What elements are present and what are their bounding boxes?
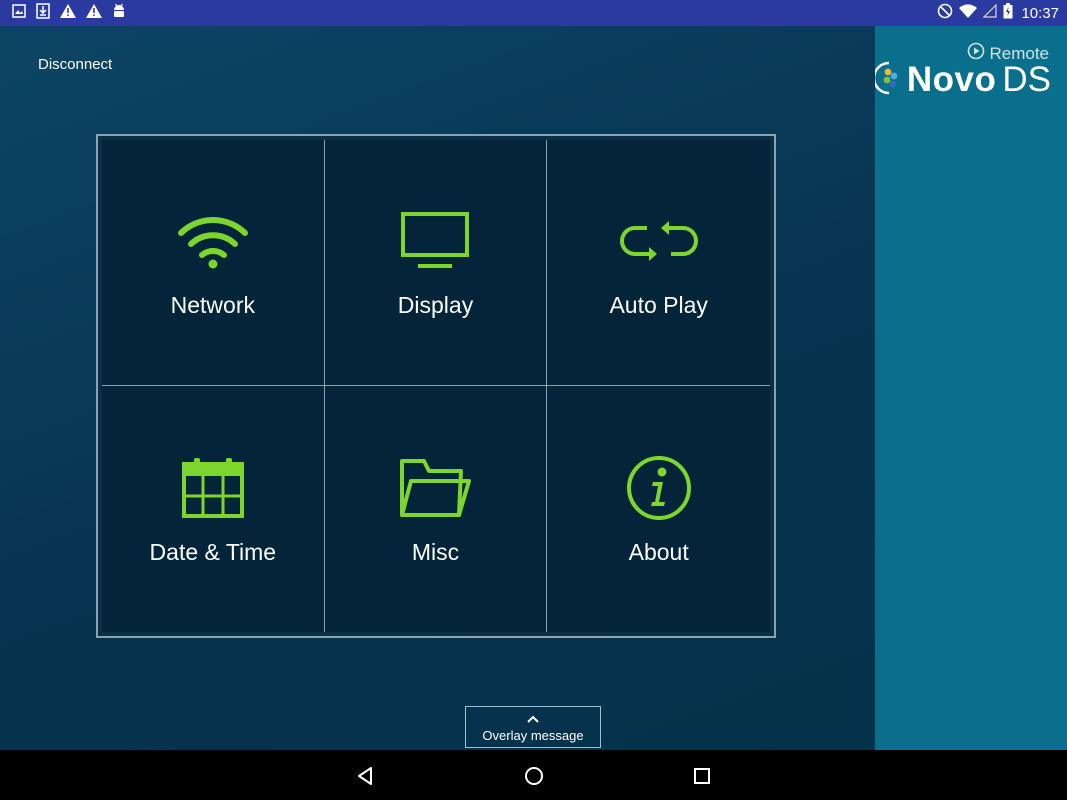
overlay-message-button[interactable]: Overlay message	[465, 706, 601, 748]
tile-about[interactable]: About	[547, 386, 770, 632]
logo-novo-text: Novo	[906, 60, 997, 99]
novo-logo-icon	[872, 61, 901, 100]
logo-ds-text: DS	[1002, 60, 1051, 99]
settings-grid: Network Display Auto Play Date & Time Mi…	[102, 140, 770, 632]
tile-label: Display	[397, 292, 474, 318]
tile-misc[interactable]: Misc	[325, 386, 548, 632]
monitor-icon	[400, 206, 470, 276]
tile-label: Network	[170, 292, 255, 318]
warning-icon	[86, 4, 102, 18]
overlay-message-label: Overlay message	[482, 728, 584, 743]
android-icon	[112, 3, 126, 19]
novods-logo: Novo DS	[872, 60, 1051, 100]
navigation-bar	[0, 750, 1067, 800]
tile-label: Auto Play	[609, 292, 708, 318]
warning-icon	[60, 4, 76, 18]
recents-icon[interactable]	[689, 763, 715, 789]
tile-auto-play[interactable]: Auto Play	[547, 140, 770, 386]
status-bar: 10:37	[0, 0, 1067, 26]
tile-label: About	[628, 538, 689, 565]
clock: 10:37	[1021, 5, 1059, 22]
info-icon	[625, 453, 693, 523]
do-not-disturb-icon	[937, 3, 953, 24]
repeat-icon	[619, 206, 699, 276]
signal-icon	[983, 3, 998, 23]
folder-icon	[399, 453, 472, 523]
image-icon	[12, 4, 26, 18]
battery-icon	[1003, 3, 1013, 24]
tile-label: Misc	[411, 538, 460, 565]
tile-label: Date & Time	[149, 538, 277, 565]
tile-display[interactable]: Display	[324, 140, 548, 386]
wifi-icon	[959, 4, 978, 23]
back-icon[interactable]	[352, 763, 378, 789]
home-icon[interactable]	[521, 763, 547, 789]
download-icon	[36, 3, 50, 19]
chevron-up-icon	[527, 711, 539, 726]
calendar-icon	[181, 453, 245, 523]
main-panel: Disconnect Network Display Auto Play Dat…	[0, 26, 875, 750]
disconnect-button[interactable]: Disconnect	[38, 56, 112, 73]
tile-date-time[interactable]: Date & Time	[102, 386, 325, 632]
wifi-icon	[177, 206, 249, 276]
tile-network[interactable]: Network	[102, 140, 325, 386]
settings-grid-frame: Network Display Auto Play Date & Time Mi…	[96, 134, 776, 638]
brand-panel: Remote Novo DS	[872, 26, 1067, 750]
